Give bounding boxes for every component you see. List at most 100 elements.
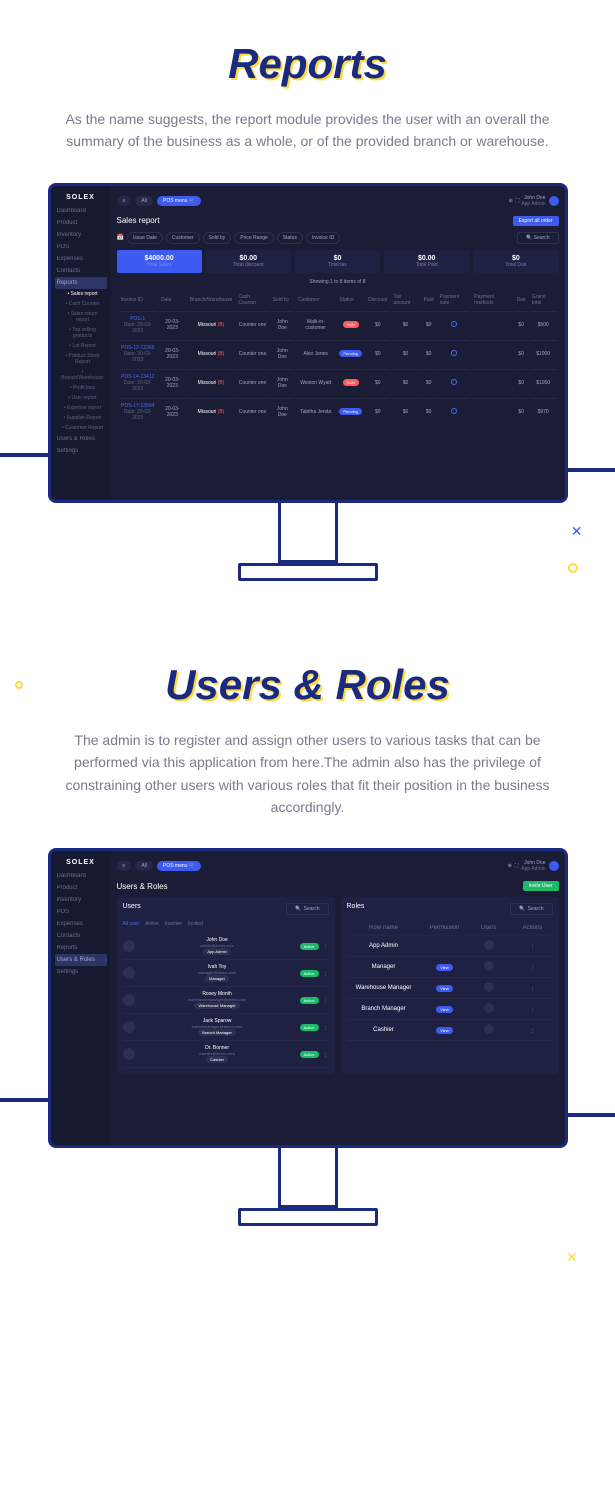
export-button[interactable]: Export all order [513,216,559,226]
nav-expenses[interactable]: Expenses [55,253,107,265]
nav-sub-item[interactable]: • Lot Report [55,341,107,351]
filter-pill[interactable]: Sold by [203,232,232,244]
filter-all[interactable]: All [135,196,153,206]
role-row[interactable]: Warehouse ManagerView⋮ [347,978,553,999]
table-row[interactable]: POS-14-13412Date: 20-03-202320-03-2023Mi… [119,369,557,396]
table-row[interactable]: POS-12-12369Date: 20-03-202320-03-2023Mi… [119,340,557,367]
nav-sub-item[interactable]: • User report [55,393,107,403]
pos-menu-button[interactable]: POS menu 🛒 [157,196,201,206]
user-tab[interactable]: Active [145,921,159,927]
decoration-x-icon: ✕ [566,1249,578,1266]
more-icon[interactable]: ⋮ [323,943,329,950]
more-icon[interactable]: ⋮ [513,1027,553,1034]
table-row[interactable]: POS-17-13594Date: 20-03-202320-03-2023Mi… [119,398,557,425]
table-header: Grand total [530,291,557,309]
permission-badge[interactable]: View [436,985,453,992]
note-icon[interactable] [451,379,457,385]
filter-all[interactable]: All [135,861,153,871]
avatar [123,1048,135,1060]
more-icon[interactable]: ⋮ [513,943,553,950]
nav-sub-item[interactable]: • Profit loss [55,383,107,393]
nav-reports[interactable]: Reports [55,942,107,954]
roles-search[interactable]: 🔍 Search [510,903,552,915]
invite-user-button[interactable]: Invite User [523,881,559,891]
globe-icon: ⊕ [508,863,512,869]
nav-pos[interactable]: POS [55,906,107,918]
nav-expenses[interactable]: Expenses [55,918,107,930]
pos-menu-button[interactable]: POS menu 🛒 [157,861,201,871]
users-search[interactable]: 🔍 Search [286,903,328,915]
nav-settings[interactable]: Settings [55,445,107,457]
user-tab[interactable]: Invited [188,921,203,927]
role-row[interactable]: ManagerView⋮ [347,957,553,978]
users-panel: Users 🔍 Search All userActiveInactiveInv… [117,897,335,1074]
user-row[interactable]: Ivah Toymanager@demo.comManagerActive⋮ [123,960,329,987]
filter-pill[interactable]: Price Range [234,232,274,244]
table-header: Tax amount [392,291,420,309]
more-icon[interactable]: ⋮ [323,1024,329,1031]
nav-dashboard[interactable]: Dashboard [55,205,107,217]
note-icon[interactable] [451,350,457,356]
nav-contacts[interactable]: Contacts [55,265,107,277]
nav-sub-item[interactable]: • Product Stock Report [55,351,107,367]
more-icon[interactable]: ⋮ [513,964,553,971]
nav-sub-item[interactable]: • Branch/Warehouse [55,367,107,383]
role-row[interactable]: Branch ManagerView⋮ [347,999,553,1020]
user-tab[interactable]: Inactive [165,921,182,927]
nav-settings[interactable]: Settings [55,966,107,978]
menu-toggle[interactable]: ≡ [117,861,132,871]
permission-badge[interactable]: View [436,964,453,971]
nav-sub-item[interactable]: • Cash Counter [55,299,107,309]
avatar [549,196,559,206]
more-icon[interactable]: ⋮ [513,1006,553,1013]
more-icon[interactable]: ⋮ [323,997,329,1004]
nav-sub-item[interactable]: • Supplier Report [55,413,107,423]
user-row[interactable]: Rosey Monthwarehousemanager@demo.comWare… [123,987,329,1014]
permission-badge[interactable]: View [436,1027,453,1034]
search-input[interactable]: 🔍 Search [517,232,558,244]
user-menu[interactable]: ⊕ ⛶ John Doe App Admin [509,195,559,207]
user-tab[interactable]: All user [123,921,140,927]
nav-product[interactable]: Product [55,882,107,894]
nav-inventory[interactable]: Inventory [55,894,107,906]
nav-sub-item[interactable]: • Customer Report [55,423,107,433]
filter-pill[interactable]: Issue Date [127,232,163,244]
role-row[interactable]: App Admin⋮ [347,936,553,957]
user-row[interactable]: Jack Sparowbranchmanager@demo.comBranch … [123,1014,329,1041]
nav-sub-item[interactable]: • Sales return report [55,309,107,325]
more-icon[interactable]: ⋮ [513,985,553,992]
user-menu[interactable]: ⊕ ⛶ John Doe App Admin [508,860,559,872]
table-header: Customer [296,291,335,309]
table-header: Sold by [271,291,294,309]
reports-description: As the name suggests, the report module … [48,108,568,153]
table-row[interactable]: POS-1Date: 20-03-202320-03-2023Missouri … [119,311,557,338]
user-row[interactable]: Dr. Bonnercashier@demo.comCashierActive⋮ [123,1041,329,1068]
nav-product[interactable]: Product [55,217,107,229]
nav-inventory[interactable]: Inventory [55,229,107,241]
permission-badge[interactable]: View [436,1006,453,1013]
reports-monitor: ✕ SOLEX Dashboard Product Inventory POS … [48,183,568,581]
note-icon[interactable] [451,408,457,414]
nav-sub-item[interactable]: • Sales report [55,289,107,299]
more-icon[interactable]: ⋮ [323,1051,329,1058]
role-row[interactable]: CashierView⋮ [347,1020,553,1041]
filter-pill[interactable]: Status [277,232,303,244]
note-icon[interactable] [451,321,457,327]
decoration-circle-icon [15,681,23,689]
nav-dashboard[interactable]: Dashboard [55,870,107,882]
role-header: Actions [513,925,553,931]
more-icon[interactable]: ⋮ [323,970,329,977]
nav-users-roles[interactable]: Users & Roles [55,954,107,966]
calendar-icon[interactable]: 📅 [117,234,124,241]
filter-pill[interactable]: Customer [166,232,200,244]
nav-users-roles[interactable]: Users & Roles [55,433,107,445]
nav-contacts[interactable]: Contacts [55,930,107,942]
nav-sub-item[interactable]: • Expense report [55,403,107,413]
user-row[interactable]: John Doeadmin@demo.comApp AdminActive⋮ [123,933,329,960]
stat-card: $0.00Total Paid [384,250,469,273]
nav-reports[interactable]: Reports [55,277,107,289]
nav-sub-item[interactable]: • Top selling products [55,325,107,341]
filter-pill[interactable]: Invoice ID [306,232,340,244]
menu-toggle[interactable]: ≡ [117,196,132,206]
nav-pos[interactable]: POS [55,241,107,253]
